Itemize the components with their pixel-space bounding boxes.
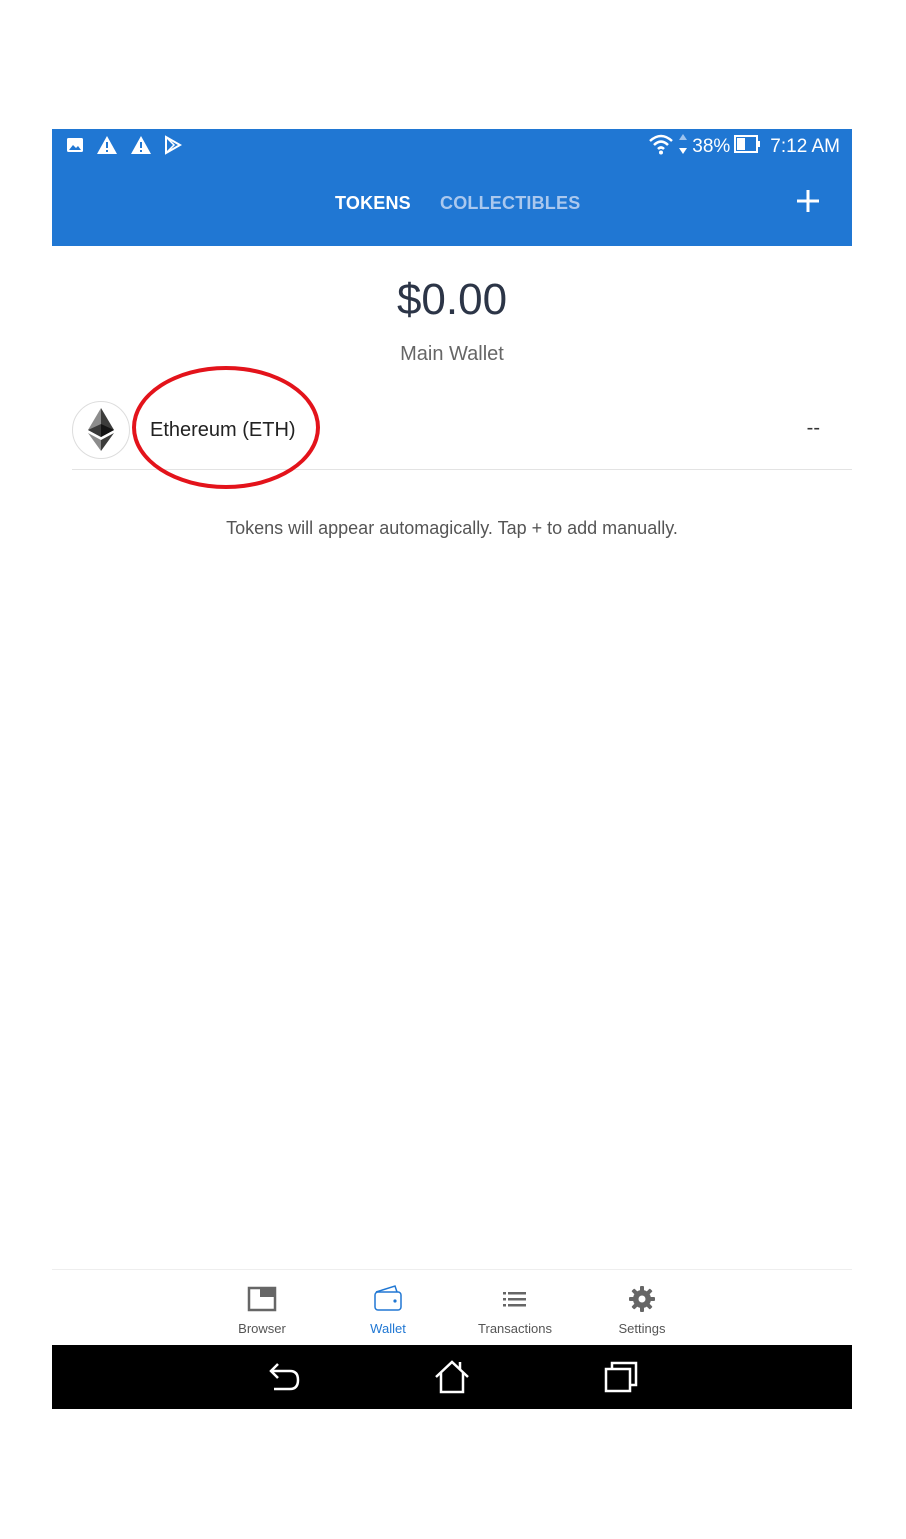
tab-tokens[interactable]: TOKENS — [335, 193, 411, 214]
wallet-icon — [374, 1285, 402, 1311]
tab-collectibles[interactable]: COLLECTIBLES — [440, 193, 580, 214]
gear-icon — [629, 1286, 655, 1312]
bottom-nav: Browser Wallet Transactions Settings — [52, 1269, 852, 1346]
notification-icons — [66, 135, 182, 155]
app-bar: TOKENS COLLECTIBLES — [52, 161, 852, 246]
warning-icon — [96, 135, 118, 155]
nav-browser[interactable]: Browser — [212, 1270, 312, 1346]
token-name: Ethereum (ETH) — [150, 419, 296, 441]
back-button[interactable] — [262, 1359, 302, 1395]
home-icon — [435, 1360, 469, 1394]
tokens-hint: Tokens will appear automagically. Tap + … — [226, 518, 678, 538]
home-button[interactable] — [432, 1359, 472, 1395]
play-store-icon — [164, 135, 182, 155]
list-icon — [503, 1292, 526, 1307]
token-row[interactable]: Ethereum (ETH) -- — [72, 399, 852, 470]
browser-icon — [247, 1286, 277, 1312]
system-nav-bar — [52, 1345, 852, 1409]
status-bar: 38% 7:12 AM — [52, 129, 852, 161]
ethereum-icon — [72, 401, 130, 459]
app-screen: 38% 7:12 AM TOKENS COLLECTIBLES $0.00 Ma… — [52, 129, 852, 1409]
nav-wallet[interactable]: Wallet — [338, 1270, 438, 1346]
battery-icon — [734, 135, 762, 159]
battery-percent: 38% — [692, 136, 731, 157]
nav-wallet-label: Wallet — [370, 1321, 406, 1336]
wallet-balance: $0.00 — [396, 275, 508, 324]
nav-browser-label: Browser — [238, 1321, 286, 1336]
nav-transactions[interactable]: Transactions — [465, 1270, 565, 1346]
wallet-name: Main Wallet — [400, 343, 504, 365]
image-icon — [66, 136, 84, 154]
status-right: 38% 7:12 AM — [648, 133, 840, 161]
back-icon — [269, 1363, 300, 1391]
clock: 7:12 AM — [770, 136, 840, 157]
plus-icon — [797, 190, 819, 212]
data-arrows-icon — [678, 133, 688, 161]
warning-icon — [130, 135, 152, 155]
wifi-icon — [648, 133, 674, 161]
nav-settings-label: Settings — [618, 1321, 666, 1336]
add-token-button[interactable] — [794, 187, 822, 215]
recents-icon — [604, 1361, 638, 1393]
nav-settings[interactable]: Settings — [592, 1270, 692, 1346]
token-balance: -- — [806, 417, 820, 439]
recents-button[interactable] — [602, 1359, 642, 1395]
nav-transactions-label: Transactions — [478, 1321, 552, 1336]
